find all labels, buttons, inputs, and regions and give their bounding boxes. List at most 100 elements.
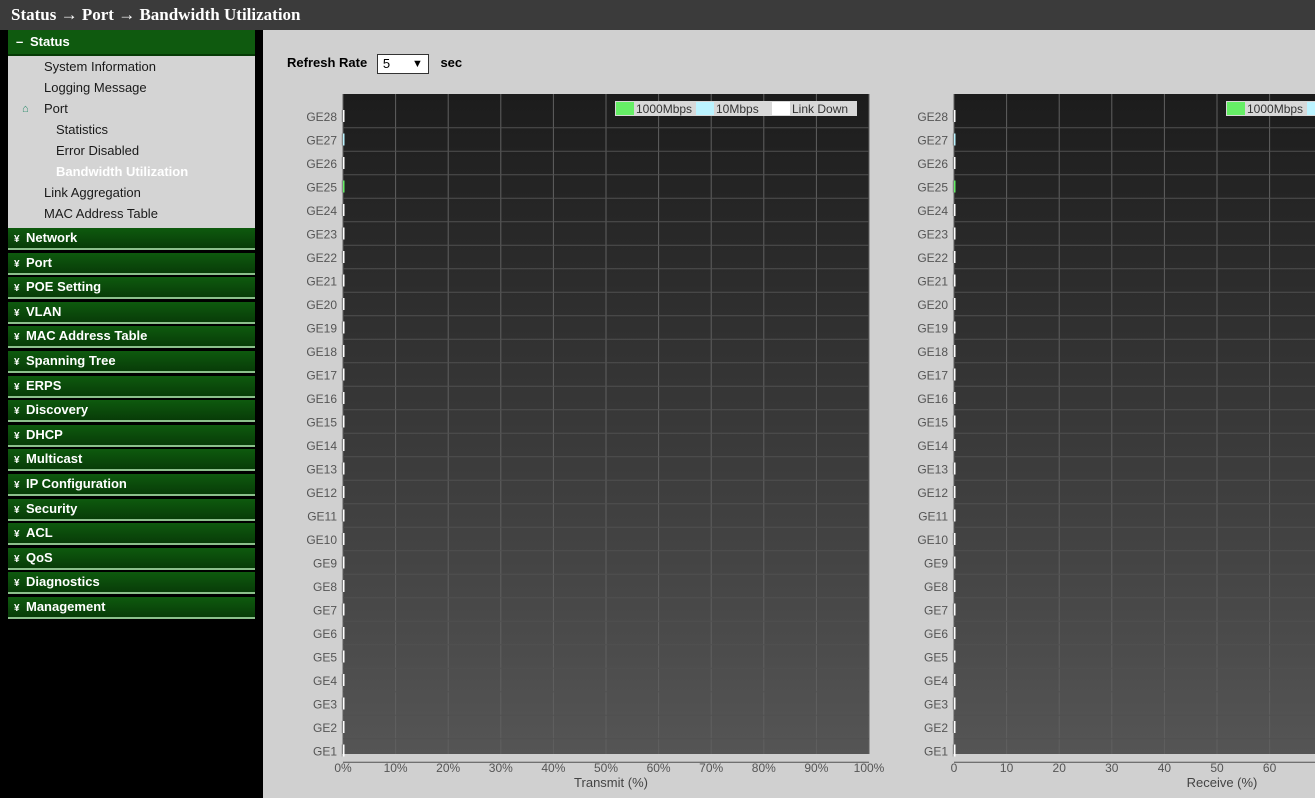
chart0-port-label: GE2 xyxy=(313,721,337,735)
expand-arrow-icon: ¥ xyxy=(14,529,20,541)
chart0-port-label: GE1 xyxy=(313,745,337,759)
menu-multicast[interactable]: ¥ Multicast xyxy=(8,449,255,472)
chart0-bar-ge17 xyxy=(343,368,345,381)
chart1-bar-ge28 xyxy=(954,110,956,122)
sidebar-item-link-aggregation[interactable]: Link Aggregation xyxy=(44,184,141,202)
chart0-legend-label: 1000Mbps xyxy=(636,102,692,116)
menu-acl[interactable]: ¥ ACL xyxy=(8,523,255,546)
chart1-bar-ge4 xyxy=(954,674,956,686)
chart1-port-label: GE18 xyxy=(917,345,948,359)
menu-vlan[interactable]: ¥ VLAN xyxy=(8,301,255,324)
menu-label: MAC Address Table xyxy=(26,328,148,344)
menu-discovery[interactable]: ¥ Discovery xyxy=(8,400,255,423)
chart0-port-label: GE27 xyxy=(306,134,337,148)
chart0-port-label: GE10 xyxy=(306,533,337,547)
menu-ip-configuration[interactable]: ¥ IP Configuration xyxy=(8,474,255,496)
sidebar-item-error-disabled[interactable]: Error Disabled xyxy=(56,142,139,160)
expand-arrow-icon: ¥ xyxy=(14,283,20,295)
collapse-icon: – xyxy=(16,34,24,49)
chart0-port-label: GE14 xyxy=(306,439,337,453)
chart0-port-label: GE12 xyxy=(306,486,337,500)
chart1-port-label: GE21 xyxy=(917,275,948,289)
expand-arrow-icon: ¥ xyxy=(14,307,20,319)
chart0-tick-label: 60% xyxy=(647,761,671,775)
chart1-port-label: GE8 xyxy=(924,580,948,594)
chart1-bar-ge13 xyxy=(954,462,956,475)
chart0-bar-ge28 xyxy=(343,110,345,122)
chart0-legend-label: Link Down xyxy=(792,102,848,116)
menu-label: Port xyxy=(26,254,52,270)
expand-arrow-icon: ¥ xyxy=(14,553,20,565)
chart1-tick-label: 50 xyxy=(1210,761,1224,775)
chart1-port-label: GE15 xyxy=(917,416,948,430)
chart1-port-label: GE25 xyxy=(917,181,948,195)
chart0-port-label: GE19 xyxy=(306,322,337,336)
chart0-bar-ge19 xyxy=(343,321,345,334)
chart1-tick-label: 10 xyxy=(1000,761,1014,775)
menu-status-header[interactable]: – Status xyxy=(8,30,255,56)
chart1-bar-ge9 xyxy=(954,556,956,569)
chart1-tick-label: 30 xyxy=(1105,761,1119,775)
menu-status-label: Status xyxy=(30,34,70,49)
menu-dhcp[interactable]: ¥ DHCP xyxy=(8,424,255,447)
menu-label: IP Configuration xyxy=(26,476,127,491)
sidebar-item-statistics[interactable]: Statistics xyxy=(56,121,108,139)
sidebar-item-mac-address-table[interactable]: MAC Address Table xyxy=(44,205,158,223)
chart1-port-label: GE4 xyxy=(924,674,948,688)
menu-diagnostics[interactable]: ¥ Diagnostics xyxy=(8,572,255,595)
chart0-bar-ge21 xyxy=(343,274,345,287)
sidebar-item-bandwidth-utilization[interactable]: Bandwidth Utilization xyxy=(56,163,188,181)
menu-erps[interactable]: ¥ ERPS xyxy=(8,375,255,398)
chart0-bar-ge9 xyxy=(343,556,345,569)
chart1-port-label: GE9 xyxy=(924,557,948,571)
chart1-port-label: GE16 xyxy=(917,392,948,406)
chart1-legend-label: 1000Mbps xyxy=(1247,102,1303,116)
chart0-bar-ge3 xyxy=(343,697,345,710)
expand-arrow-icon: ¥ xyxy=(14,234,20,245)
chart1-bar-ge25 xyxy=(954,180,956,193)
chart1-bar-ge16 xyxy=(954,392,956,404)
menu-label: VLAN xyxy=(26,303,62,319)
sidebar-item-port[interactable]: Port xyxy=(44,100,68,118)
chart0-bar-ge23 xyxy=(343,227,345,240)
menu-qos[interactable]: ¥ QoS xyxy=(8,547,255,570)
chart1-bar-ge23 xyxy=(954,227,956,240)
chart0-bar-ge25 xyxy=(343,180,345,193)
chart1-x-axis-title: Receive (%) xyxy=(1187,775,1258,790)
menu-label: Multicast xyxy=(26,451,83,467)
chart0-tick-label: 30% xyxy=(489,761,513,775)
menu-management[interactable]: ¥ Management xyxy=(8,597,255,619)
sidebar-item-logging-message[interactable]: Logging Message xyxy=(44,79,147,97)
chart1-port-label: GE7 xyxy=(924,604,948,618)
expand-arrow-icon: ¥ xyxy=(14,480,20,491)
menu-security[interactable]: ¥ Security xyxy=(8,498,255,521)
chart0-port-label: GE22 xyxy=(306,251,337,265)
menu-poe-setting[interactable]: ¥ POE Setting xyxy=(8,277,255,300)
chart0-legend-label: 10Mbps xyxy=(716,102,759,116)
sidebar-item-system-information[interactable]: System Information xyxy=(44,58,156,76)
chart0-tick-label: 40% xyxy=(541,761,565,775)
chart0-bar-ge6 xyxy=(343,627,345,639)
chart1-port-label: GE3 xyxy=(924,698,948,712)
chart1-bar-ge11 xyxy=(954,509,956,522)
chart1-legend-swatch xyxy=(1227,102,1245,115)
chart0-port-label: GE26 xyxy=(306,157,337,171)
chart0-tick-label: 70% xyxy=(699,761,723,775)
menu-spanning-tree[interactable]: ¥ Spanning Tree xyxy=(8,351,255,373)
menu-mac-address-table[interactable]: ¥ MAC Address Table xyxy=(8,326,255,349)
chart0-bar-ge2 xyxy=(343,721,345,733)
menu-port[interactable]: ¥ Port xyxy=(8,252,255,275)
chart1-bar-ge3 xyxy=(954,697,956,710)
menu-network[interactable]: ¥ Network xyxy=(8,228,255,250)
chart0-port-label: GE18 xyxy=(306,345,337,359)
home-icon: ⌂ xyxy=(22,103,29,115)
chart0-port-label: GE11 xyxy=(307,510,337,524)
chart0-legend-swatch xyxy=(696,102,714,115)
chart0-tick-label: 80% xyxy=(752,761,776,775)
chart1-port-label: GE14 xyxy=(917,439,948,453)
chart0-tick-label: 100% xyxy=(854,761,885,775)
chart0-port-label: GE20 xyxy=(306,298,337,312)
chart1-bar-ge7 xyxy=(954,603,956,616)
chart0-tick-label: 10% xyxy=(384,761,408,775)
chart0-bar-ge26 xyxy=(343,157,345,169)
